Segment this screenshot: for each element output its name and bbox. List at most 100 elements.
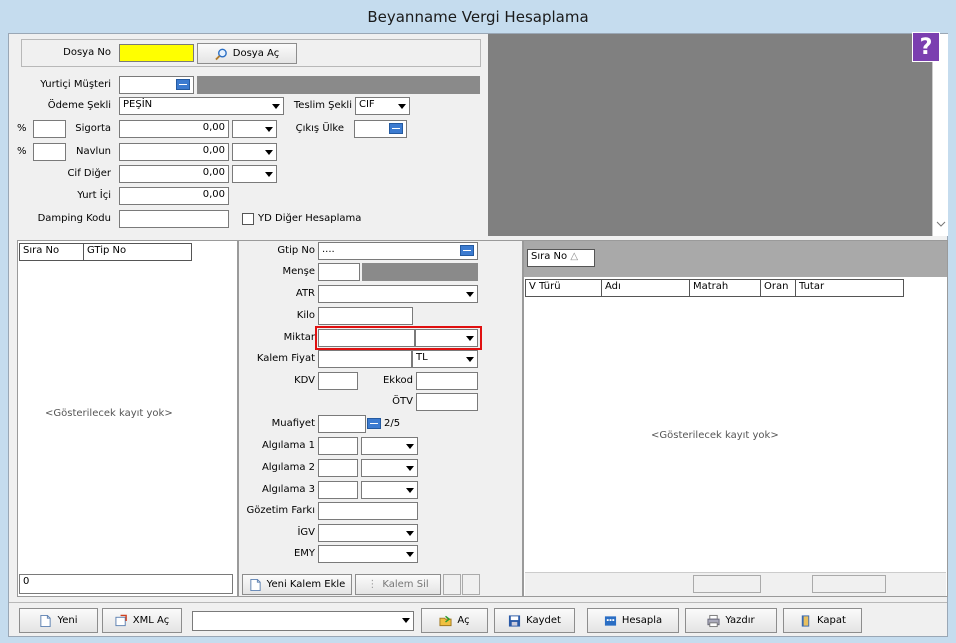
chevron-down-icon [466, 292, 474, 297]
kilo-input[interactable] [318, 307, 413, 325]
emy-select[interactable] [318, 545, 418, 563]
otv-input[interactable] [416, 393, 478, 411]
muafiyet-counter: 2/5 [384, 418, 401, 429]
algilama1-select[interactable] [361, 437, 418, 455]
right-grid-summary-matrah [693, 575, 761, 593]
preview-scrollbar[interactable] [932, 34, 948, 236]
miktar-label: Miktar [283, 332, 315, 343]
yeni-kalem-ekle-button[interactable]: Yeni Kalem Ekle [242, 574, 352, 595]
chevron-down-icon [265, 127, 273, 132]
help-icon[interactable]: ? [912, 32, 940, 62]
gtip-no-picker-icon[interactable] [460, 245, 474, 256]
dosya-ac-label: Dosya Aç [232, 48, 280, 59]
folder-open-icon [439, 615, 452, 626]
yeni-button[interactable]: Yeni [19, 608, 98, 633]
kalem-sil-label: Kalem Sil [382, 579, 429, 590]
chevron-down-icon [406, 488, 414, 493]
nav-prev-button[interactable] [443, 574, 461, 595]
nav-next-button[interactable] [462, 574, 480, 595]
application-window: Beyanname Vergi Hesaplama Dosya No Dosya… [0, 0, 956, 643]
left-grid-count-field: 0 [19, 574, 233, 594]
atr-label: ATR [295, 288, 315, 299]
kapat-button[interactable]: Kapat [783, 608, 862, 633]
save-icon [508, 614, 521, 627]
gozetim-farki-label: Gözetim Farkı [246, 505, 315, 516]
hesapla-button[interactable]: Hesapla [587, 608, 679, 633]
navlun-currency-select[interactable] [232, 143, 277, 161]
sigorta-label: Sigorta [75, 123, 111, 134]
currency-select[interactable]: TL [412, 350, 478, 368]
navlun-percent-label: % [17, 146, 27, 157]
right-grid-header-matrah[interactable]: Matrah [689, 279, 761, 297]
yazdir-button[interactable]: Yazdır [685, 608, 777, 633]
yurt-ici-input[interactable]: 0,00 [119, 187, 229, 205]
kalem-fiyat-label: Kalem Fiyat [256, 353, 315, 364]
kdv-input[interactable] [318, 372, 358, 390]
yd-diger-checkbox[interactable] [242, 213, 254, 225]
window-title: Beyanname Vergi Hesaplama [367, 7, 589, 26]
right-grid-header-oran[interactable]: Oran [760, 279, 796, 297]
right-grid-header-v-turu[interactable]: V Türü [525, 279, 602, 297]
magnifier-icon [215, 48, 227, 60]
odeme-sekli-label: Ödeme Şekli [47, 100, 111, 111]
title-bar: Beyanname Vergi Hesaplama [8, 0, 948, 33]
navlun-input[interactable]: 0,00 [119, 143, 229, 161]
cif-diger-input[interactable]: 0,00 [119, 165, 229, 183]
preview-area [488, 34, 932, 236]
atr-select[interactable] [318, 285, 478, 303]
yurtici-musteri-label: Yurtiçi Müşteri [40, 79, 111, 90]
cif-diger-currency-select[interactable] [232, 165, 277, 183]
chevron-down-icon [466, 357, 474, 362]
gozetim-farki-input[interactable] [318, 502, 418, 520]
algilama2-input[interactable] [318, 459, 358, 477]
mense-label: Menşe [282, 266, 315, 277]
dosya-ac-button[interactable]: Dosya Aç [197, 43, 297, 64]
teslim-sekli-value: CIF [359, 99, 375, 110]
currency-value: TL [416, 352, 428, 363]
left-grid-header-gtip-no[interactable]: GTip No [83, 243, 192, 261]
new-document-icon [250, 578, 261, 591]
kalem-sil-button[interactable]: ⋮ Kalem Sil [355, 574, 441, 595]
dosya-no-label: Dosya No [63, 47, 111, 58]
mense-name [362, 263, 478, 281]
algilama3-select[interactable] [361, 481, 418, 499]
yurtici-musteri-name [197, 76, 480, 94]
odeme-sekli-select[interactable]: PEŞİN [119, 97, 284, 115]
kalem-fiyat-input[interactable] [318, 350, 412, 368]
dosya-no-input[interactable] [119, 44, 194, 62]
yurt-ici-label: Yurt İçi [77, 190, 111, 201]
cikis-ulke-picker-icon[interactable] [389, 123, 403, 134]
right-grid-header-tutar[interactable]: Tutar [795, 279, 904, 297]
cif-diger-label: Cif Diğer [67, 168, 111, 179]
chevron-down-icon [265, 172, 273, 177]
gtip-no-input[interactable]: .... [318, 242, 478, 260]
mense-input[interactable] [318, 263, 360, 281]
right-grid-header-adi[interactable]: Adı [601, 279, 690, 297]
file-select[interactable] [192, 611, 414, 631]
algilama3-input[interactable] [318, 481, 358, 499]
xml-ac-button[interactable]: XML Aç [102, 608, 182, 633]
muafiyet-picker-icon[interactable] [367, 418, 381, 429]
ac-button[interactable]: Aç [421, 608, 488, 633]
sigorta-currency-select[interactable] [232, 120, 277, 138]
chevron-down-icon [272, 104, 280, 109]
chevron-down-icon [406, 531, 414, 536]
sigorta-percent-input[interactable] [33, 120, 66, 138]
damping-kodu-input[interactable] [119, 210, 229, 228]
right-grid-group-sira-no[interactable]: Sıra No △ [527, 249, 595, 267]
client-area: Dosya No Dosya Aç Yurtiçi Müşteri Ödeme … [8, 32, 948, 637]
muafiyet-input[interactable] [318, 415, 366, 433]
algilama1-input[interactable] [318, 437, 358, 455]
ekkod-input[interactable] [416, 372, 478, 390]
navlun-percent-input[interactable] [33, 143, 66, 161]
algilama3-label: Algılama 3 [261, 484, 315, 495]
kaydet-button[interactable]: Kaydet [494, 608, 575, 633]
sigorta-input[interactable]: 0,00 [119, 120, 229, 138]
damping-kodu-label: Damping Kodu [37, 213, 111, 224]
algilama2-select[interactable] [361, 459, 418, 477]
left-grid-header-sira-no[interactable]: Sıra No [19, 243, 84, 261]
teslim-sekli-select[interactable]: CIF [355, 97, 410, 115]
igv-select[interactable] [318, 524, 418, 542]
odeme-sekli-value: PEŞİN [123, 99, 153, 110]
yurtici-musteri-picker-icon[interactable] [176, 79, 190, 90]
